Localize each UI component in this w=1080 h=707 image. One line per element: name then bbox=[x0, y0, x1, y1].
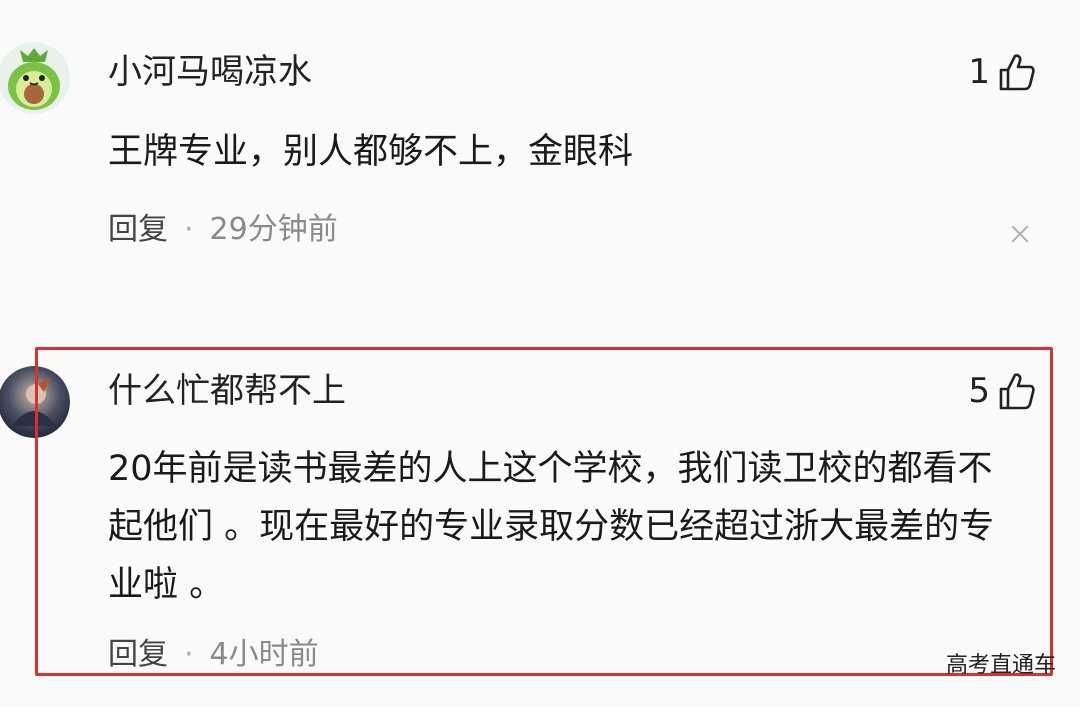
separator-dot: · bbox=[184, 212, 194, 247]
avocado-avatar-icon[interactable] bbox=[0, 42, 70, 114]
comment-meta: 回复 · 4小时前 bbox=[108, 637, 319, 673]
thumbs-up-icon[interactable] bbox=[998, 52, 1036, 92]
comment-text: 20年前是读书最差的人上这个学校，我们读卫校的都看不起他们 。现在最好的专业录取… bbox=[108, 449, 995, 605]
comment-time: 4小时前 bbox=[209, 637, 319, 672]
like-button[interactable]: 5 bbox=[968, 369, 1036, 413]
comment-username[interactable]: 小河马喝凉水 bbox=[108, 52, 312, 92]
thumbs-up-icon[interactable] bbox=[998, 371, 1036, 411]
comment-time: 29分钟前 bbox=[209, 212, 338, 247]
reply-button[interactable]: 回复 bbox=[108, 212, 168, 247]
like-button[interactable]: 1 bbox=[968, 50, 1036, 94]
like-count: 5 bbox=[968, 371, 990, 411]
watermark-text: 高考直通车 bbox=[945, 653, 1056, 678]
comment-meta: 回复 · 29分钟前 bbox=[108, 212, 338, 248]
like-count: 1 bbox=[968, 52, 990, 92]
separator-dot: · bbox=[184, 637, 194, 672]
reply-button[interactable]: 回复 bbox=[108, 637, 168, 672]
comment-text: 王牌专业，别人都够不上，金眼科 bbox=[108, 132, 634, 172]
comment-username[interactable]: 什么忙都帮不上 bbox=[108, 371, 346, 411]
close-icon[interactable] bbox=[1008, 222, 1032, 246]
user-photo-avatar-icon[interactable] bbox=[0, 366, 70, 438]
